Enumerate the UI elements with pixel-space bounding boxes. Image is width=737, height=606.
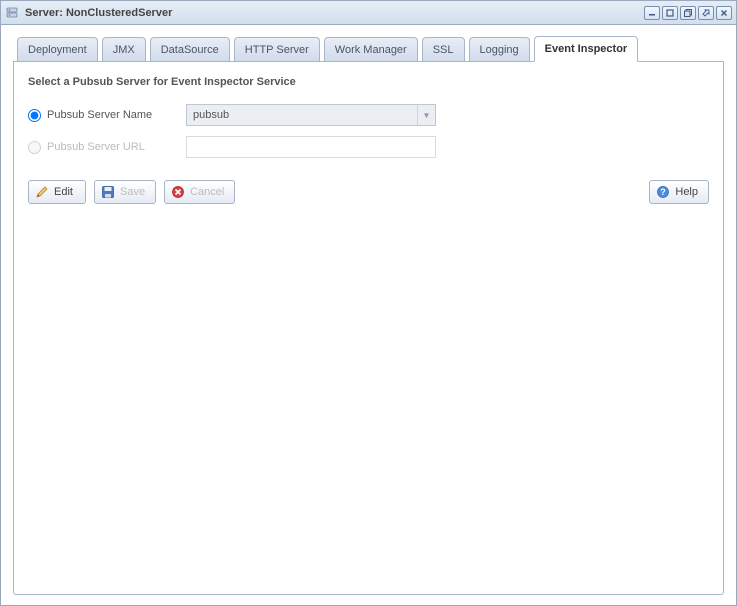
pencil-icon xyxy=(35,185,49,199)
radio-pubsub-url[interactable] xyxy=(28,141,41,154)
tab-bar: Deployment JMX DataSource HTTP Server Wo… xyxy=(13,35,724,61)
svg-text:?: ? xyxy=(661,187,667,197)
tab-datasource[interactable]: DataSource xyxy=(150,37,230,62)
edit-button[interactable]: Edit xyxy=(28,180,86,204)
cancel-button-label: Cancel xyxy=(190,186,224,198)
tab-deployment[interactable]: Deployment xyxy=(17,37,98,62)
maximize-button[interactable] xyxy=(680,6,696,20)
server-window: Server: NonClusteredServer Deployment J xyxy=(0,0,737,606)
title-server-name: NonClusteredServer xyxy=(66,7,172,19)
radio-pubsub-url-wrap: Pubsub Server URL xyxy=(28,141,178,154)
help-button[interactable]: ? Help xyxy=(649,180,709,204)
event-inspector-panel: Select a Pubsub Server for Event Inspect… xyxy=(13,61,724,595)
window-controls xyxy=(644,6,732,20)
window-title: Server: NonClusteredServer xyxy=(25,7,644,19)
radio-pubsub-name-label: Pubsub Server Name xyxy=(47,109,152,121)
radio-pubsub-name-wrap: Pubsub Server Name xyxy=(28,109,178,122)
edit-button-label: Edit xyxy=(54,186,73,198)
tab-jmx[interactable]: JMX xyxy=(102,37,146,62)
cancel-icon xyxy=(171,185,185,199)
server-name-combo[interactable]: ▼ xyxy=(186,104,436,126)
pin-button[interactable] xyxy=(698,6,714,20)
help-wrap: ? Help xyxy=(449,180,709,204)
tab-event-inspector[interactable]: Event Inspector xyxy=(534,36,639,62)
server-icon xyxy=(5,5,21,21)
save-button[interactable]: Save xyxy=(94,180,156,204)
chevron-down-icon[interactable]: ▼ xyxy=(417,105,435,125)
server-name-input[interactable] xyxy=(187,109,417,121)
help-icon: ? xyxy=(656,185,670,199)
titlebar: Server: NonClusteredServer xyxy=(1,1,736,25)
button-bar: Edit Save Cancel xyxy=(28,180,709,204)
tab-ssl[interactable]: SSL xyxy=(422,37,465,62)
tab-work-manager[interactable]: Work Manager xyxy=(324,37,418,62)
close-button[interactable] xyxy=(716,6,732,20)
disk-icon xyxy=(101,185,115,199)
row-pubsub-name: Pubsub Server Name ▼ xyxy=(28,104,709,126)
minimize-button[interactable] xyxy=(644,6,660,20)
cancel-button[interactable]: Cancel xyxy=(164,180,235,204)
radio-pubsub-url-label: Pubsub Server URL xyxy=(47,141,145,153)
radio-pubsub-name[interactable] xyxy=(28,109,41,122)
save-button-label: Save xyxy=(120,186,145,198)
tab-logging[interactable]: Logging xyxy=(469,37,530,62)
help-button-label: Help xyxy=(675,186,698,198)
content-area: Deployment JMX DataSource HTTP Server Wo… xyxy=(1,25,736,605)
server-url-input[interactable] xyxy=(186,136,436,158)
title-prefix: Server: xyxy=(25,7,63,19)
panel-heading: Select a Pubsub Server for Event Inspect… xyxy=(28,76,709,88)
row-pubsub-url: Pubsub Server URL xyxy=(28,136,709,158)
tab-http-server[interactable]: HTTP Server xyxy=(234,37,320,62)
restore-button[interactable] xyxy=(662,6,678,20)
